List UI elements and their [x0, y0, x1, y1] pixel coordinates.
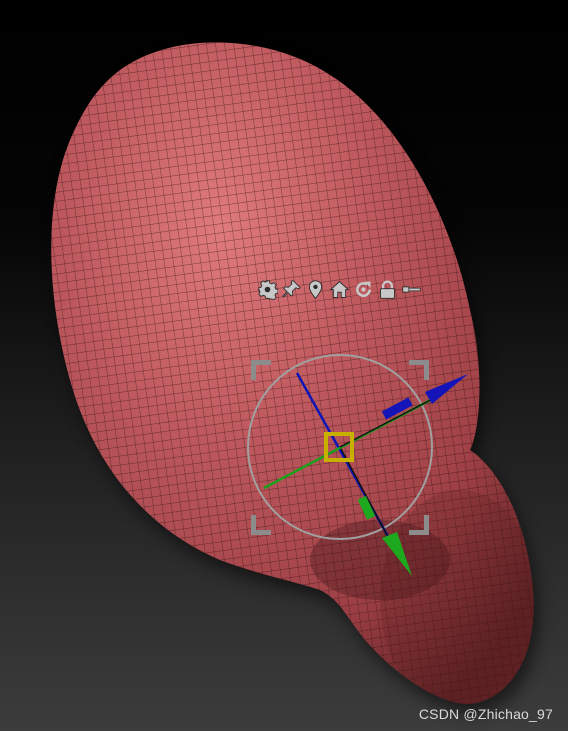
- gear-icon[interactable]: [256, 278, 279, 301]
- lock-icon[interactable]: [376, 278, 399, 301]
- watermark-text: CSDN @Zhichao_97: [418, 706, 553, 722]
- gizmo-toolbar: [256, 277, 423, 301]
- scene-canvas[interactable]: [0, 0, 568, 731]
- location-icon[interactable]: [304, 278, 327, 301]
- home-icon[interactable]: [328, 278, 351, 301]
- reset-rotate-icon[interactable]: [352, 278, 375, 301]
- key-icon[interactable]: [400, 278, 423, 301]
- pin-icon[interactable]: [280, 278, 303, 301]
- 3d-viewport[interactable]: CSDN @Zhichao_97: [0, 0, 568, 731]
